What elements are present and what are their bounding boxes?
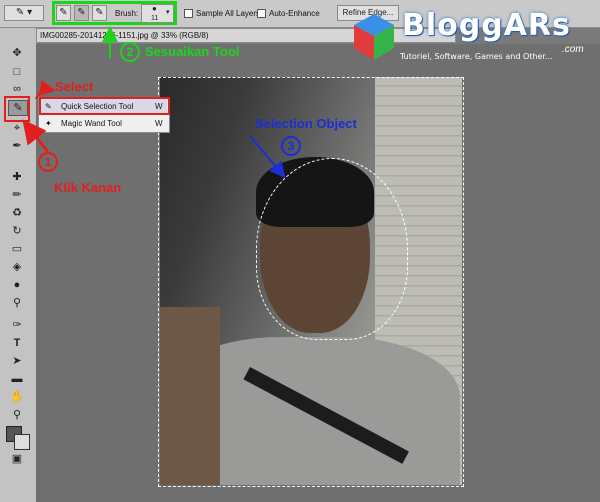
logo-tagline: Tutoriel, Software, Games and Other... [400, 52, 553, 61]
logo-suffix: .com [562, 44, 584, 55]
bloggars-logo: BloggARs Tutoriel, Software, Games and O… [352, 4, 598, 70]
annotation-arrows [22, 26, 286, 179]
arrow-select [35, 80, 56, 100]
arrow-selection-object [249, 135, 286, 179]
logo-cube-icon [354, 14, 394, 60]
arrow-klik-kanan [22, 119, 50, 153]
logo-name: BloggARs [402, 8, 571, 43]
